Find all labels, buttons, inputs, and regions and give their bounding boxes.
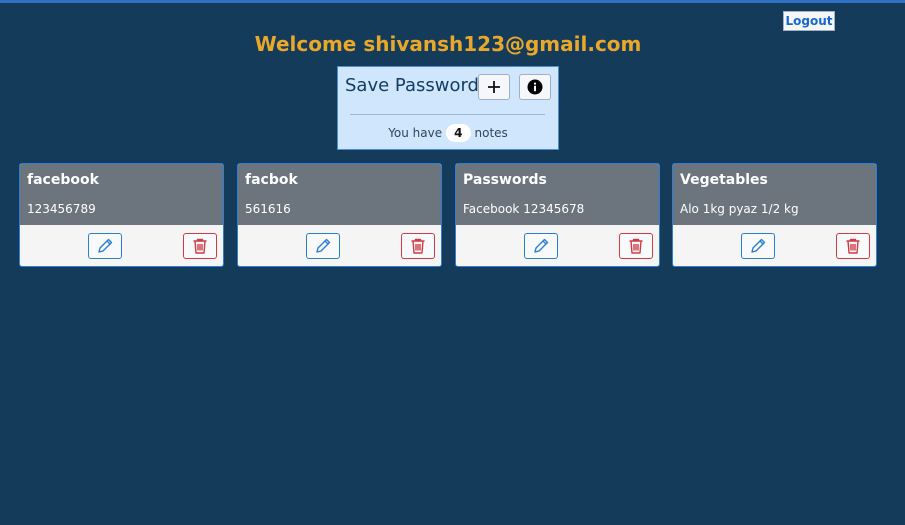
trash-icon xyxy=(411,238,425,254)
notes-suffix: notes xyxy=(474,126,508,140)
trash-icon xyxy=(193,238,207,254)
note-card-header: Passwords Facebook 12345678 xyxy=(456,164,659,225)
top-accent-line xyxy=(0,0,905,3)
note-card: Vegetables Alo 1kg pyaz 1/2 kg xyxy=(672,163,877,267)
delete-note-button[interactable] xyxy=(401,233,435,259)
notes-count-badge: 4 xyxy=(446,124,471,142)
note-card: Passwords Facebook 12345678 xyxy=(455,163,660,267)
pencil-icon xyxy=(316,238,331,253)
welcome-heading: Welcome shivansh123@gmail.com xyxy=(254,32,642,56)
note-card: facebook 123456789 xyxy=(19,163,224,267)
trash-icon xyxy=(629,238,643,254)
note-title: Vegetables xyxy=(680,172,768,188)
notes-prefix: You have xyxy=(388,126,443,140)
note-content: 561616 xyxy=(245,202,291,216)
plus-icon xyxy=(488,81,500,93)
add-note-button[interactable] xyxy=(478,74,510,100)
notes-count-line: You have 4 notes xyxy=(338,124,558,142)
logout-button[interactable]: Logout xyxy=(783,11,835,31)
info-button[interactable] xyxy=(519,74,551,100)
pencil-icon xyxy=(751,238,766,253)
delete-note-button[interactable] xyxy=(836,233,870,259)
pencil-icon xyxy=(98,238,113,253)
note-title: Passwords xyxy=(463,172,547,188)
note-card-header: facbok 561616 xyxy=(238,164,441,225)
trash-icon xyxy=(846,238,860,254)
note-title: facebook xyxy=(27,172,99,188)
note-content: Facebook 12345678 xyxy=(463,202,585,216)
note-title: facbok xyxy=(245,172,298,188)
save-password-title: Save Password xyxy=(345,75,479,96)
note-card: facbok 561616 xyxy=(237,163,442,267)
note-content: 123456789 xyxy=(27,202,96,216)
panel-divider xyxy=(350,114,545,115)
edit-note-button[interactable] xyxy=(88,233,122,259)
note-content: Alo 1kg pyaz 1/2 kg xyxy=(680,202,799,216)
pencil-icon xyxy=(534,238,549,253)
save-password-panel: Save Password You have 4 notes xyxy=(337,66,559,150)
delete-note-button[interactable] xyxy=(619,233,653,259)
edit-note-button[interactable] xyxy=(524,233,558,259)
note-card-header: facebook 123456789 xyxy=(20,164,223,225)
edit-note-button[interactable] xyxy=(741,233,775,259)
edit-note-button[interactable] xyxy=(306,233,340,259)
info-icon xyxy=(527,79,543,95)
note-card-header: Vegetables Alo 1kg pyaz 1/2 kg xyxy=(673,164,876,225)
delete-note-button[interactable] xyxy=(183,233,217,259)
